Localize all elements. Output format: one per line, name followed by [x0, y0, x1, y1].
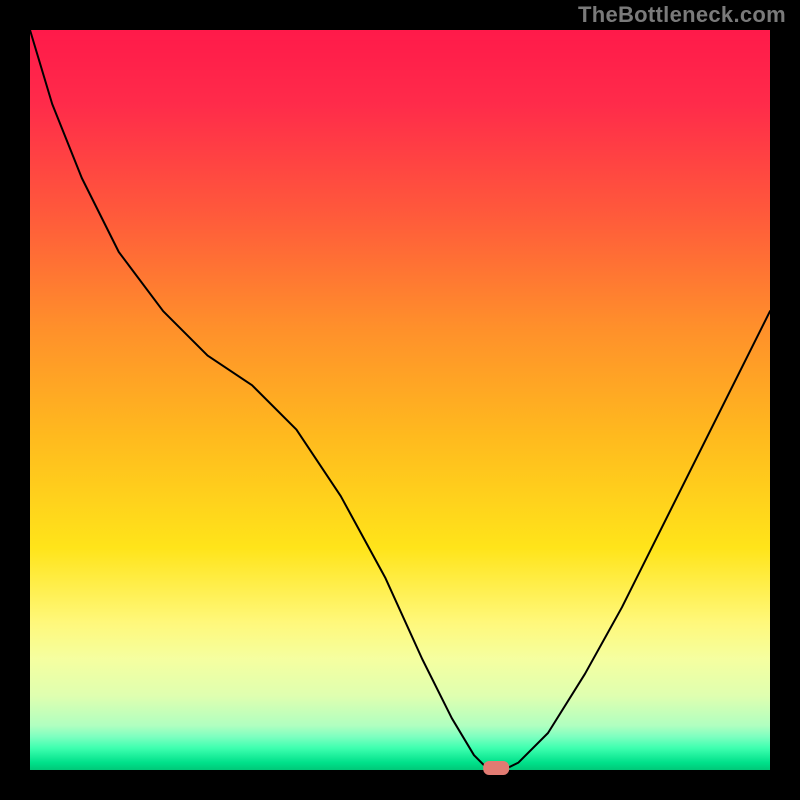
watermark-text: TheBottleneck.com	[578, 2, 786, 28]
plot-area	[30, 30, 770, 770]
bottleneck-curve	[30, 30, 770, 770]
chart-frame: TheBottleneck.com	[0, 0, 800, 800]
chart-svg	[30, 30, 770, 770]
optimal-marker	[483, 761, 509, 775]
